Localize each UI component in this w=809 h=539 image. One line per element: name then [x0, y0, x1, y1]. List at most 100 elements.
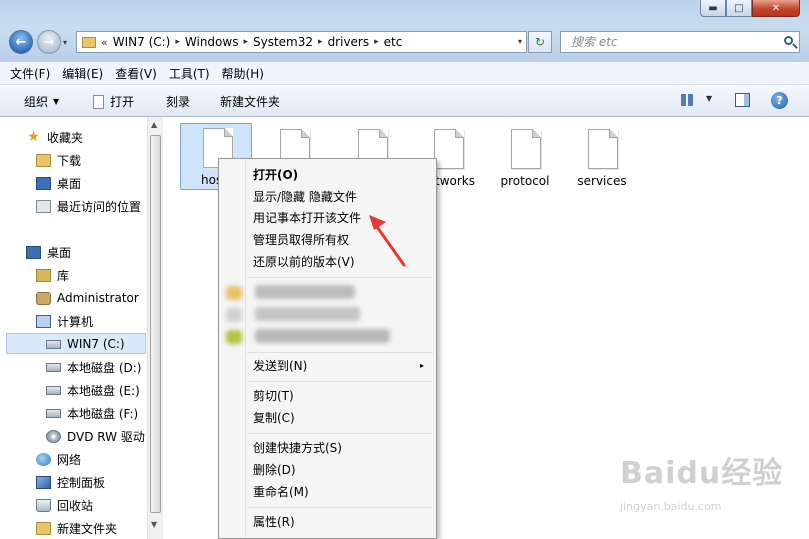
- breadcrumb-etc[interactable]: etc: [384, 35, 403, 49]
- file-icon: [511, 129, 541, 169]
- forward-button[interactable]: →: [37, 30, 61, 54]
- menu-item-toggle-hidden[interactable]: 显示/隐藏 隐藏文件: [253, 187, 357, 205]
- user-folder-icon: [36, 291, 51, 305]
- address-overflow-icon[interactable]: «: [101, 36, 108, 49]
- close-button[interactable]: ✕: [752, 0, 800, 17]
- nav-recycle-bin[interactable]: 回收站: [36, 495, 93, 515]
- folder-icon: [36, 521, 51, 535]
- menu-item-send-to[interactable]: 发送到(N): [253, 356, 307, 374]
- nav-desktop-favorite[interactable]: 桌面: [36, 173, 81, 193]
- nav-new-folder[interactable]: 新建文件夹: [36, 518, 117, 538]
- breadcrumb-drivers[interactable]: drivers: [328, 35, 370, 49]
- file-icon: [588, 129, 618, 169]
- nav-drive-e[interactable]: 本地磁盘 (E:): [46, 380, 140, 400]
- minimize-button[interactable]: ▬: [700, 0, 726, 17]
- watermark-url: jingyan.baidu.com: [620, 500, 722, 513]
- hard-drive-icon: [46, 408, 61, 418]
- menu-item-delete[interactable]: 删除(D): [253, 460, 296, 478]
- menu-item-copy[interactable]: 复制(C): [253, 408, 295, 426]
- chevron-right-icon[interactable]: ▸: [175, 37, 180, 47]
- baidu-watermark: Baidu经验 jingyan.baidu.com: [620, 448, 783, 513]
- nav-network[interactable]: 网络: [36, 449, 81, 469]
- change-view-icon[interactable]: [681, 94, 693, 106]
- nav-label: WIN7 (C:): [67, 337, 125, 351]
- nav-drive-f[interactable]: 本地磁盘 (F:): [46, 403, 138, 423]
- annotation-arrow-icon: [369, 215, 406, 267]
- nav-drive-c[interactable]: WIN7 (C:): [46, 334, 125, 354]
- nav-label: 桌面: [57, 176, 82, 191]
- nav-label: 库: [57, 268, 70, 283]
- scrollbar-thumb[interactable]: [150, 135, 161, 513]
- file-protocol[interactable]: protocol: [489, 125, 561, 195]
- address-bar[interactable]: « WIN7 (C:) ▸ Windows ▸ System32 ▸ drive…: [76, 31, 527, 53]
- chevron-right-icon[interactable]: ▸: [318, 37, 323, 47]
- address-history-dropdown-icon[interactable]: ▾: [518, 37, 522, 46]
- chevron-right-icon[interactable]: ▸: [243, 37, 248, 47]
- new-folder-label: 新建文件夹: [220, 95, 281, 109]
- nav-downloads[interactable]: 下载: [36, 150, 81, 170]
- maximize-button[interactable]: □: [726, 0, 752, 17]
- nav-libraries[interactable]: 库: [36, 265, 69, 285]
- nav-recent-places[interactable]: 最近访问的位置: [36, 196, 141, 216]
- menu-tools[interactable]: 工具(T): [169, 65, 210, 82]
- nav-label: 计算机: [57, 314, 94, 329]
- breadcrumb-windows[interactable]: Windows: [185, 35, 239, 49]
- network-icon: [36, 452, 51, 466]
- obscured-app-icon: [226, 330, 242, 344]
- search-box[interactable]: [560, 31, 800, 53]
- menu-item-cut[interactable]: 剪切(T): [253, 386, 294, 404]
- nav-control-panel[interactable]: 控制面板: [36, 472, 105, 492]
- nav-label: 控制面板: [57, 475, 106, 490]
- menu-bar: 文件(F) 编辑(E) 查看(V) 工具(T) 帮助(H): [0, 62, 809, 85]
- window-chrome: ▬ □ ✕ ← → ▾ « WIN7 (C:) ▸ Windows ▸ Syst…: [0, 0, 809, 62]
- nav-dvd-drive[interactable]: DVD RW 驱动: [46, 426, 145, 446]
- recent-pages-dropdown-icon[interactable]: ▾: [63, 38, 67, 47]
- nav-label: 新建文件夹: [57, 521, 118, 536]
- obscured-menu-text: [255, 285, 355, 299]
- menu-item-take-ownership[interactable]: 管理员取得所有权: [253, 230, 349, 248]
- nav-desktop[interactable]: 桌面: [26, 242, 71, 262]
- file-name: services: [577, 174, 627, 188]
- new-folder-button[interactable]: 新建文件夹: [220, 93, 280, 110]
- menu-item-open-with-notepad[interactable]: 用记事本打开该文件: [253, 208, 361, 226]
- search-input[interactable]: [569, 34, 773, 50]
- open-button[interactable]: 打开: [93, 93, 134, 110]
- burn-button[interactable]: 刻录: [166, 93, 190, 110]
- menu-item-properties[interactable]: 属性(R): [253, 512, 295, 530]
- help-icon[interactable]: ?: [771, 92, 788, 109]
- menu-file[interactable]: 文件(F): [10, 65, 50, 82]
- breadcrumb-win7-c[interactable]: WIN7 (C:): [113, 35, 171, 49]
- recent-places-icon: [36, 199, 51, 213]
- file-services[interactable]: services: [566, 125, 638, 195]
- open-label: 打开: [110, 95, 135, 109]
- document-icon: [93, 94, 104, 109]
- control-panel-icon: [36, 475, 51, 489]
- navigation-pane: ★ 收藏夹 下载 桌面 最近访问的位置 桌面 库 Administrator 计…: [0, 117, 163, 539]
- search-icon[interactable]: [784, 36, 793, 45]
- nav-drive-d[interactable]: 本地磁盘 (D:): [46, 357, 141, 377]
- scroll-up-icon[interactable]: ▲: [151, 120, 157, 129]
- refresh-button[interactable]: ↻: [528, 31, 552, 53]
- menu-edit[interactable]: 编辑(E): [62, 65, 103, 82]
- menu-view[interactable]: 查看(V): [115, 65, 157, 82]
- nav-scrollbar[interactable]: ▲ ▼: [147, 117, 163, 539]
- nav-favorites[interactable]: ★ 收藏夹: [26, 127, 83, 147]
- menu-item-rename[interactable]: 重命名(M): [253, 482, 309, 500]
- preview-pane-icon[interactable]: [735, 93, 750, 107]
- nav-label: 收藏夹: [47, 130, 84, 145]
- breadcrumb-system32[interactable]: System32: [253, 35, 313, 49]
- nav-label: 最近访问的位置: [57, 199, 142, 214]
- menu-item-create-shortcut[interactable]: 创建快捷方式(S): [253, 438, 342, 456]
- nav-computer[interactable]: 计算机: [36, 311, 93, 331]
- menu-item-open[interactable]: 打开(O): [253, 165, 298, 183]
- more-options-dropdown-icon[interactable]: ▼: [706, 94, 712, 103]
- computer-icon: [36, 314, 51, 328]
- menu-item-restore-versions[interactable]: 还原以前的版本(V): [253, 252, 355, 270]
- chevron-right-icon[interactable]: ▸: [374, 37, 379, 47]
- back-button[interactable]: ←: [9, 30, 33, 54]
- menu-help[interactable]: 帮助(H): [222, 65, 264, 82]
- organize-button[interactable]: 组织 ▼: [24, 93, 59, 110]
- scroll-down-icon[interactable]: ▼: [151, 520, 157, 529]
- nav-user-administrator[interactable]: Administrator: [36, 288, 139, 308]
- nav-label: 本地磁盘 (E:): [67, 383, 140, 398]
